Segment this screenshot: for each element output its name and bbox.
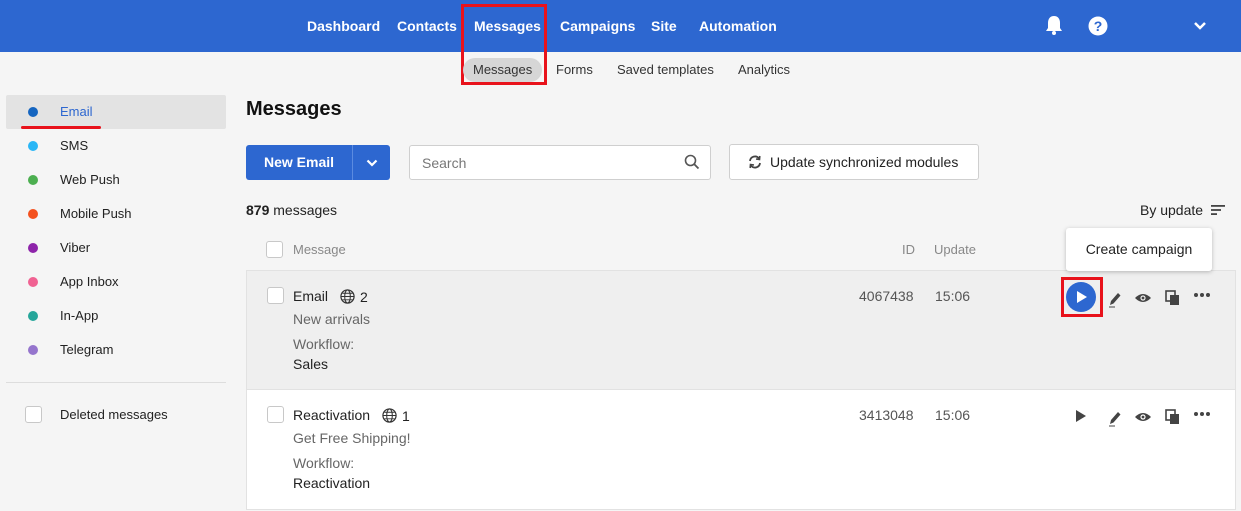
sidebar-item-deleted-messages[interactable]: Deleted messages [6,398,226,432]
nav-campaigns[interactable]: Campaigns [560,0,635,52]
edit-icon[interactable] [1107,290,1123,308]
message-update-time: 15:06 [935,288,971,304]
top-bar: Dashboard Contacts Messages Campaigns Si… [0,0,1241,52]
channel-dot-icon [28,209,38,219]
messages-count: 879 messages [246,202,337,218]
sidebar-item-label: In-App [60,308,99,323]
channel-dot-icon [28,107,38,117]
sidebar-item-label: Viber [60,240,91,255]
nav-messages[interactable]: Messages [474,0,541,52]
copy-icon[interactable] [1165,290,1181,306]
page-title: Messages [246,98,342,120]
preview-eye-icon[interactable] [1134,292,1152,304]
new-email-button[interactable]: New Email [246,145,352,180]
messages-count-number: 879 [246,202,270,218]
sidebar-item-label: Email [60,104,93,119]
workflow-label: Workflow: [293,336,355,352]
sidebar-item-label: Web Push [60,172,120,187]
message-name: Email [293,288,329,304]
search-input[interactable] [422,153,672,173]
subnav-saved-templates[interactable]: Saved templates [617,58,714,82]
sort-dropdown[interactable]: By update [1140,202,1203,218]
search-box [409,145,711,180]
nav-site[interactable]: Site [651,0,677,52]
chevron-down-icon[interactable] [1193,21,1207,31]
languages-count: 2 [360,289,368,305]
sidebar-divider [6,382,226,383]
play-icon[interactable] [1075,409,1087,423]
help-icon[interactable]: ? [1088,16,1108,36]
channel-dot-icon [28,277,38,287]
sync-icon [749,155,761,169]
sidebar-item-label: Telegram [60,342,114,357]
new-email-button-group: New Email [246,145,390,180]
more-icon[interactable] [1193,292,1211,298]
sidebar-item-label: Deleted messages [60,407,168,422]
row-checkbox[interactable] [267,287,284,304]
workflow-value: Sales [293,356,329,372]
copy-icon[interactable] [1165,409,1181,425]
nav-contacts[interactable]: Contacts [397,0,457,52]
sidebar-item-email[interactable]: Email [6,95,226,129]
new-email-dropdown-button[interactable] [353,145,390,180]
play-icon [1077,291,1087,303]
edit-icon[interactable] [1107,409,1123,427]
create-campaign-tooltip: Create campaign [1066,228,1212,271]
deleted-checkbox[interactable] [25,406,42,423]
subnav-analytics[interactable]: Analytics [738,58,790,82]
sync-button-label: Update synchronized modules [770,154,959,170]
workflow-value: Reactivation [293,475,371,491]
sidebar-item-label: App Inbox [60,274,119,289]
create-campaign-play-button[interactable] [1066,282,1096,312]
preview-eye-icon[interactable] [1134,411,1152,423]
sidebar-item-viber[interactable]: Viber [6,231,226,265]
channel-dot-icon [28,175,38,185]
sidebar-item-telegram[interactable]: Telegram [6,333,226,367]
sidebar-item-label: SMS [60,138,89,153]
globe-icon [382,408,397,423]
globe-icon [340,289,355,304]
nav-dashboard[interactable]: Dashboard [307,0,380,52]
workflow-label: Workflow: [293,455,355,471]
column-header-update: Update [934,242,976,257]
table-row[interactable]: Reactivation 1 Get Free Shipping! Workfl… [246,390,1236,510]
message-name: Reactivation [293,407,371,423]
nav-automation[interactable]: Automation [699,0,777,52]
more-icon[interactable] [1193,411,1211,417]
sidebar-item-web-push[interactable]: Web Push [6,163,226,197]
row-checkbox[interactable] [267,406,284,423]
search-icon[interactable] [684,154,700,170]
subnav-messages[interactable]: Messages [463,58,543,82]
sidebar-item-mobile-push[interactable]: Mobile Push [6,197,226,231]
message-id: 4067438 [859,288,914,304]
sidebar-item-app-inbox[interactable]: App Inbox [6,265,226,299]
message-subject: Get Free Shipping! [293,430,411,446]
sidebar-item-sms[interactable]: SMS [6,129,226,163]
channel-dot-icon [28,311,38,321]
subnav-forms[interactable]: Forms [556,58,593,82]
channel-dot-icon [28,345,38,355]
sidebar-item-in-app[interactable]: In-App [6,299,226,333]
column-header-id: ID [902,242,915,257]
languages-count: 1 [402,408,410,424]
channel-dot-icon [28,243,38,253]
message-subject: New arrivals [293,311,371,327]
update-synchronized-modules-button[interactable]: Update synchronized modules [729,144,979,180]
channel-dot-icon [28,141,38,151]
message-update-time: 15:06 [935,407,971,423]
sort-icon[interactable] [1210,204,1226,216]
svg-text:?: ? [1094,18,1103,34]
bell-icon[interactable] [1045,15,1063,35]
column-header-message: Message [293,242,346,257]
chevron-down-icon [366,159,377,167]
message-id: 3413048 [859,407,914,423]
select-all-checkbox[interactable] [266,241,283,258]
messages-count-suffix: messages [273,202,338,218]
sidebar-item-label: Mobile Push [60,206,132,221]
